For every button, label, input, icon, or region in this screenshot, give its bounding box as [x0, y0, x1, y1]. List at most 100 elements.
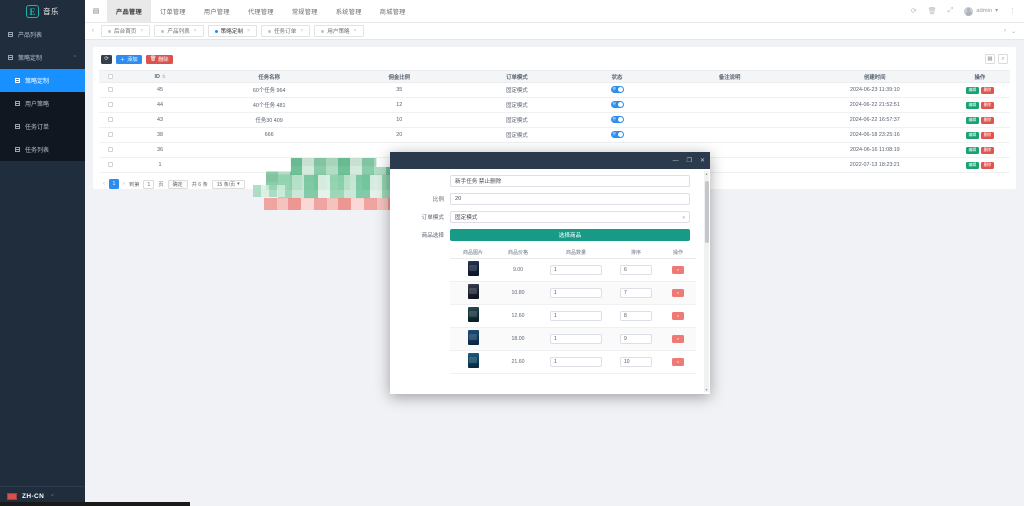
next-page-button[interactable]: ›: [123, 181, 125, 187]
rate-input[interactable]: 20: [450, 193, 690, 205]
qty-input[interactable]: 1: [550, 356, 602, 367]
fullscreen-icon[interactable]: ⤢: [948, 7, 954, 15]
scroll-up-icon[interactable]: ▴: [704, 171, 709, 176]
row-checkbox[interactable]: [107, 147, 113, 153]
sidebar-item-strategy-custom[interactable]: 策略定制: [0, 69, 85, 92]
qty-input[interactable]: 1: [550, 264, 602, 275]
close-icon[interactable]: ×: [140, 28, 143, 34]
close-icon[interactable]: ✕: [700, 158, 705, 164]
edit-button[interactable]: 编辑: [965, 116, 979, 124]
qty-input[interactable]: 1: [550, 287, 602, 298]
tab-product-list[interactable]: 产品列表 ×: [154, 25, 204, 37]
topnav-item-agents[interactable]: 代理管理: [239, 0, 283, 22]
topnav-item-products[interactable]: 产品管理: [107, 0, 151, 22]
tabs-scroll-left-icon[interactable]: ‹: [87, 28, 99, 34]
more-options-icon[interactable]: ⋮: [1009, 7, 1016, 15]
remove-goods-button[interactable]: ×: [672, 334, 684, 343]
edit-button[interactable]: 编辑: [965, 86, 979, 94]
topnav-item-orders[interactable]: 订单管理: [151, 0, 195, 22]
modal-scrollbar[interactable]: ▴ ▾: [704, 171, 709, 392]
close-icon[interactable]: ×: [247, 28, 250, 34]
tab-strategy-custom[interactable]: 策略定制 ×: [207, 25, 257, 37]
tab-home[interactable]: 后台首页 ×: [101, 25, 151, 37]
row-checkbox[interactable]: [107, 162, 113, 168]
remove-goods-button[interactable]: ×: [672, 357, 684, 366]
sidebar-item-task-orders[interactable]: 任务订单: [0, 115, 85, 138]
topnav-item-mall[interactable]: 商城管理: [371, 0, 415, 22]
order-mode-select[interactable]: 固定模式 ▾: [450, 211, 690, 223]
qty-input[interactable]: 1: [550, 310, 602, 321]
edit-button[interactable]: 编辑: [965, 146, 979, 154]
remove-goods-button[interactable]: ×: [672, 311, 684, 320]
add-button[interactable]: ＋ 添加: [116, 54, 142, 64]
select-goods-button[interactable]: 选择商品: [450, 229, 690, 241]
topnav-item-users[interactable]: 用户管理: [195, 0, 239, 22]
remove-goods-button[interactable]: ×: [672, 265, 684, 274]
order-input[interactable]: 7: [620, 287, 652, 298]
tab-user-strategy[interactable]: 用户策略 ×: [314, 25, 364, 37]
task-name-input[interactable]: 新手任务 禁止删除: [450, 175, 690, 187]
delete-row-button[interactable]: 删除: [980, 131, 994, 139]
sidebar-item-strategy-group[interactable]: 策略定制 ⌃: [0, 46, 85, 69]
tabs-scroll-right-icon[interactable]: ›: [1004, 28, 1006, 35]
table-row[interactable]: 45 60个任务 964 35 固定模式 开 2024-06-23 11:39:…: [99, 82, 1010, 98]
table-row[interactable]: 44 40个任务 481 12 固定模式 开 2024-06-22 21:52:…: [99, 97, 1010, 113]
topnav-item-general[interactable]: 常规管理: [283, 0, 327, 22]
status-toggle[interactable]: 开: [610, 101, 624, 108]
maximize-icon[interactable]: ❐: [687, 158, 692, 164]
status-toggle[interactable]: 开: [610, 86, 624, 93]
status-toggle[interactable]: 开: [610, 131, 624, 138]
search-icon[interactable]: ⌕: [998, 54, 1008, 64]
sidebar-item-task-list[interactable]: 任务列表: [0, 138, 85, 161]
edit-button[interactable]: 编辑: [965, 161, 979, 169]
table-row[interactable]: 43 任务30 409 10 固定模式 开 2024-06-22 16:57:3…: [99, 112, 1010, 128]
delete-button[interactable]: 🗑 删除: [145, 54, 173, 64]
sidebar-item-user-strategy[interactable]: 用户策略: [0, 92, 85, 115]
order-input[interactable]: 10: [620, 356, 652, 367]
goto-page-input[interactable]: 1: [143, 179, 155, 189]
minimize-icon[interactable]: —: [673, 158, 679, 164]
row-checkbox[interactable]: [107, 117, 113, 123]
modal-title-bar[interactable]: — ❐ ✕: [390, 152, 710, 169]
poster-thumb-icon[interactable]: [467, 330, 479, 345]
col-id[interactable]: ID ⇅: [121, 70, 200, 83]
refresh-icon[interactable]: ⟳: [911, 7, 917, 15]
topnav-item-system[interactable]: 系统管理: [327, 0, 371, 22]
prev-page-button[interactable]: ‹: [103, 181, 105, 187]
columns-icon[interactable]: ▦: [985, 54, 995, 64]
edit-button[interactable]: 编辑: [965, 131, 979, 139]
select-all-checkbox[interactable]: [107, 73, 113, 79]
poster-thumb-icon[interactable]: [467, 307, 479, 322]
tabs-dropdown-icon[interactable]: ⌄: [1011, 28, 1016, 35]
refresh-button[interactable]: ⟳: [101, 54, 112, 64]
remove-goods-button[interactable]: ×: [672, 288, 684, 297]
close-icon[interactable]: ×: [194, 28, 197, 34]
user-menu[interactable]: admin ▾: [964, 6, 998, 16]
page-number-1[interactable]: 1: [109, 179, 119, 189]
sidebar-item-product-list[interactable]: 产品列表: [0, 23, 85, 46]
order-input[interactable]: 6: [620, 264, 652, 275]
delete-row-button[interactable]: 删除: [980, 116, 994, 124]
poster-thumb-icon[interactable]: [467, 284, 479, 299]
order-input[interactable]: 8: [620, 310, 652, 321]
table-row[interactable]: 38 666 20 固定模式 开 2024-06-18 23:25:16 编辑删…: [99, 127, 1010, 143]
row-checkbox[interactable]: [107, 87, 113, 93]
order-input[interactable]: 9: [620, 333, 652, 344]
close-icon[interactable]: ×: [354, 28, 357, 34]
delete-row-button[interactable]: 删除: [980, 146, 994, 154]
goto-confirm-button[interactable]: 确定: [167, 179, 188, 189]
delete-row-button[interactable]: 删除: [980, 101, 994, 109]
scroll-down-icon[interactable]: ▾: [704, 387, 709, 392]
scrollbar-thumb[interactable]: [704, 181, 709, 243]
page-size-select[interactable]: 15 条/页 ▾: [211, 179, 245, 189]
delete-row-button[interactable]: 删除: [980, 86, 994, 94]
row-checkbox[interactable]: [107, 132, 113, 138]
tab-task-orders[interactable]: 任务订单 ×: [260, 25, 311, 37]
status-toggle[interactable]: 开: [610, 116, 624, 123]
poster-thumb-icon[interactable]: [467, 353, 479, 368]
edit-button[interactable]: 编辑: [965, 101, 979, 109]
menu-icon[interactable]: ▤: [85, 0, 107, 22]
app-logo[interactable]: E 音乐: [0, 0, 85, 23]
delete-row-button[interactable]: 删除: [980, 161, 994, 169]
poster-thumb-icon[interactable]: [467, 261, 479, 276]
